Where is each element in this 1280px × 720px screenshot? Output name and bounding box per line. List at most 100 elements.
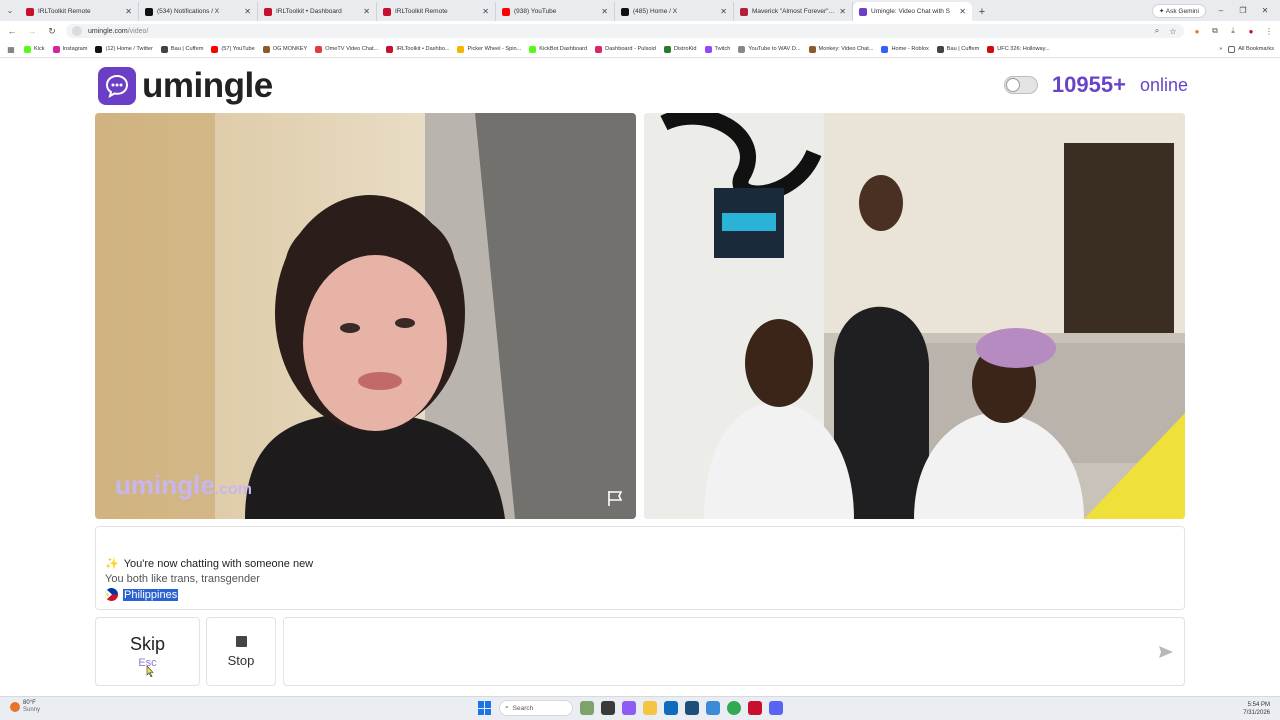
download-icon[interactable]: ⤓ bbox=[1228, 26, 1238, 36]
bookmark-item[interactable]: (57) YouTube bbox=[211, 45, 255, 53]
bookmark-item[interactable]: Twitch bbox=[704, 45, 730, 53]
weather-condition: Sunny bbox=[23, 707, 41, 713]
tab-close-icon[interactable]: ✕ bbox=[601, 7, 608, 16]
bookmark-item[interactable]: Bau | Cuffem bbox=[936, 45, 980, 53]
address-bar[interactable]: umingle.com/video/ ⌕ ☆ bbox=[66, 24, 1184, 38]
taskbar-search-label: Search bbox=[512, 704, 534, 712]
bookmark-label: (12) Home / Twitter bbox=[105, 46, 153, 52]
tab-favicon-icon bbox=[383, 7, 391, 16]
bookmark-item[interactable]: Bau | Cuffem bbox=[160, 45, 203, 53]
bookmark-item[interactable]: Home - Roblox bbox=[881, 45, 929, 53]
bookmark-favicon-icon bbox=[529, 45, 537, 53]
tab-close-icon[interactable]: ✕ bbox=[244, 7, 251, 16]
all-bookmarks-button[interactable]: All Bookmarks bbox=[1228, 45, 1274, 53]
bookmark-label: IRLToolkit • Dashbo... bbox=[396, 46, 450, 52]
tab-favicon-icon bbox=[740, 7, 748, 16]
url-text: umingle.com/video/ bbox=[88, 28, 148, 35]
browser-tab[interactable]: IRLToolkit Remote ✕ bbox=[20, 2, 139, 21]
bookmarks-overflow-icon[interactable]: » bbox=[1219, 46, 1222, 52]
task-view-icon[interactable] bbox=[601, 701, 615, 715]
tab-title: Umingle: Video Chat with S bbox=[871, 8, 951, 15]
browser-tab[interactable]: (938) YouTube ✕ bbox=[496, 2, 615, 21]
bookmark-favicon-icon bbox=[95, 45, 103, 53]
extension-icon[interactable]: ● bbox=[1192, 26, 1202, 36]
ask-gemini-button[interactable]: ✦ Ask Gemini bbox=[1151, 3, 1206, 18]
browser-tab[interactable]: Maverick "Almost Forever" EP ✕ bbox=[734, 2, 853, 21]
bookmark-item[interactable]: Monkey: Video Chat... bbox=[808, 45, 873, 53]
browser-tab[interactable]: (534) Notifications / X ✕ bbox=[139, 2, 258, 21]
chrome-icon[interactable] bbox=[727, 701, 741, 715]
windows-start-icon[interactable] bbox=[478, 701, 492, 715]
file-explorer-icon[interactable] bbox=[643, 701, 657, 715]
taskbar-search[interactable]: ⌕ Search bbox=[499, 700, 573, 716]
maximize-icon[interactable]: ❐ bbox=[1236, 6, 1250, 15]
online-label: online bbox=[1139, 74, 1188, 95]
bookmark-item[interactable]: Kick bbox=[24, 45, 45, 53]
stop-button[interactable]: Stop bbox=[206, 617, 276, 686]
message-input[interactable] bbox=[294, 628, 1134, 676]
mail-icon[interactable] bbox=[706, 701, 720, 715]
new-tab-button[interactable]: + bbox=[972, 2, 992, 21]
tab-close-icon[interactable]: ✕ bbox=[363, 7, 370, 16]
tab-title: Maverick "Almost Forever" EP bbox=[752, 8, 836, 15]
discord-icon[interactable] bbox=[769, 701, 783, 715]
close-window-icon[interactable]: ✕ bbox=[1258, 6, 1272, 15]
umingle-watermark: umingle.com bbox=[115, 470, 252, 501]
tab-close-icon[interactable]: ✕ bbox=[839, 7, 846, 16]
irltoolkit-app-icon[interactable] bbox=[748, 701, 762, 715]
bookmark-item[interactable]: UFC 326: Holloway... bbox=[987, 45, 1050, 53]
copilot-icon[interactable] bbox=[622, 701, 636, 715]
site-info-icon[interactable] bbox=[72, 26, 82, 36]
bookmark-item[interactable]: IRLToolkit • Dashbo... bbox=[386, 45, 450, 53]
browser-menu-icon[interactable]: ⋮ bbox=[1264, 26, 1274, 36]
bookmark-star-icon[interactable]: ☆ bbox=[1168, 26, 1178, 36]
all-bookmarks-label: All Bookmarks bbox=[1238, 46, 1274, 52]
bookmark-favicon-icon bbox=[457, 45, 465, 53]
store-icon[interactable] bbox=[685, 701, 699, 715]
online-status: 10955+ online bbox=[1003, 72, 1188, 98]
tab-close-icon[interactable]: ✕ bbox=[125, 7, 132, 16]
bookmark-item[interactable]: OmeTV Video Chat... bbox=[315, 45, 378, 53]
zoom-icon[interactable]: ⌕ bbox=[1152, 26, 1162, 36]
bookmark-item[interactable]: (12) Home / Twitter bbox=[95, 45, 153, 53]
edge-browser-icon[interactable] bbox=[664, 701, 678, 715]
tab-close-icon[interactable]: ✕ bbox=[720, 7, 727, 16]
bookmark-item[interactable]: Instagram bbox=[52, 45, 87, 53]
forward-icon[interactable]: → bbox=[26, 26, 38, 36]
tab-close-icon[interactable]: ✕ bbox=[959, 7, 966, 16]
puzzle-extensions-icon[interactable]: ⧉ bbox=[1210, 26, 1220, 36]
tab-title: (534) Notifications / X bbox=[157, 8, 220, 15]
site-logo[interactable]: umingle bbox=[98, 66, 273, 106]
browser-tab[interactable]: Umingle: Video Chat with S ✕ bbox=[853, 2, 972, 21]
apps-grid-icon[interactable]: ▦ bbox=[6, 44, 16, 54]
browser-tab[interactable]: IRLToolkit • Dashboard ✕ bbox=[258, 2, 377, 21]
tab-search-icon[interactable]: ⌄ bbox=[0, 0, 20, 21]
tab-close-icon[interactable]: ✕ bbox=[482, 7, 489, 16]
weather-widget[interactable]: 80°F Sunny bbox=[10, 700, 40, 714]
tab-title: IRLToolkit Remote bbox=[395, 8, 448, 15]
clock-date: 7/31/2026 bbox=[1243, 710, 1270, 716]
bookmark-label: Bau | Cuffem bbox=[946, 46, 980, 52]
minimize-icon[interactable]: – bbox=[1214, 6, 1228, 15]
widget-app-icon[interactable] bbox=[580, 701, 594, 715]
bookmark-item[interactable]: OG MONKEY bbox=[262, 45, 307, 53]
bookmark-item[interactable]: Picker Wheel - Spin... bbox=[457, 45, 521, 53]
bookmark-item[interactable]: Dashboard - Pulsoid bbox=[595, 45, 656, 53]
watermark-domain: .com bbox=[214, 481, 253, 498]
back-icon[interactable]: ← bbox=[6, 26, 18, 36]
profile-avatar-icon[interactable]: ● bbox=[1246, 26, 1256, 36]
bookmark-item[interactable]: YouTube to WAV D... bbox=[738, 45, 801, 53]
partner-country: Philippines bbox=[105, 588, 179, 601]
browser-tab[interactable]: IRLToolkit Remote ✕ bbox=[377, 2, 496, 21]
theme-toggle[interactable] bbox=[1003, 76, 1038, 94]
system-clock[interactable]: 5:54 PM 7/31/2026 bbox=[1243, 701, 1270, 717]
browser-tab[interactable]: (485) Home / X ✕ bbox=[615, 2, 734, 21]
bookmark-item[interactable]: DistroKid bbox=[663, 45, 697, 53]
bookmark-item[interactable]: KickBot Dashboard bbox=[529, 45, 587, 53]
weather-sun-icon bbox=[10, 702, 20, 712]
report-flag-icon[interactable] bbox=[606, 489, 624, 507]
bookmark-label: DistroKid bbox=[673, 46, 697, 52]
send-icon[interactable] bbox=[1158, 644, 1174, 660]
bookmark-label: UFC 326: Holloway... bbox=[997, 46, 1050, 52]
reload-icon[interactable]: ↻ bbox=[46, 26, 58, 37]
